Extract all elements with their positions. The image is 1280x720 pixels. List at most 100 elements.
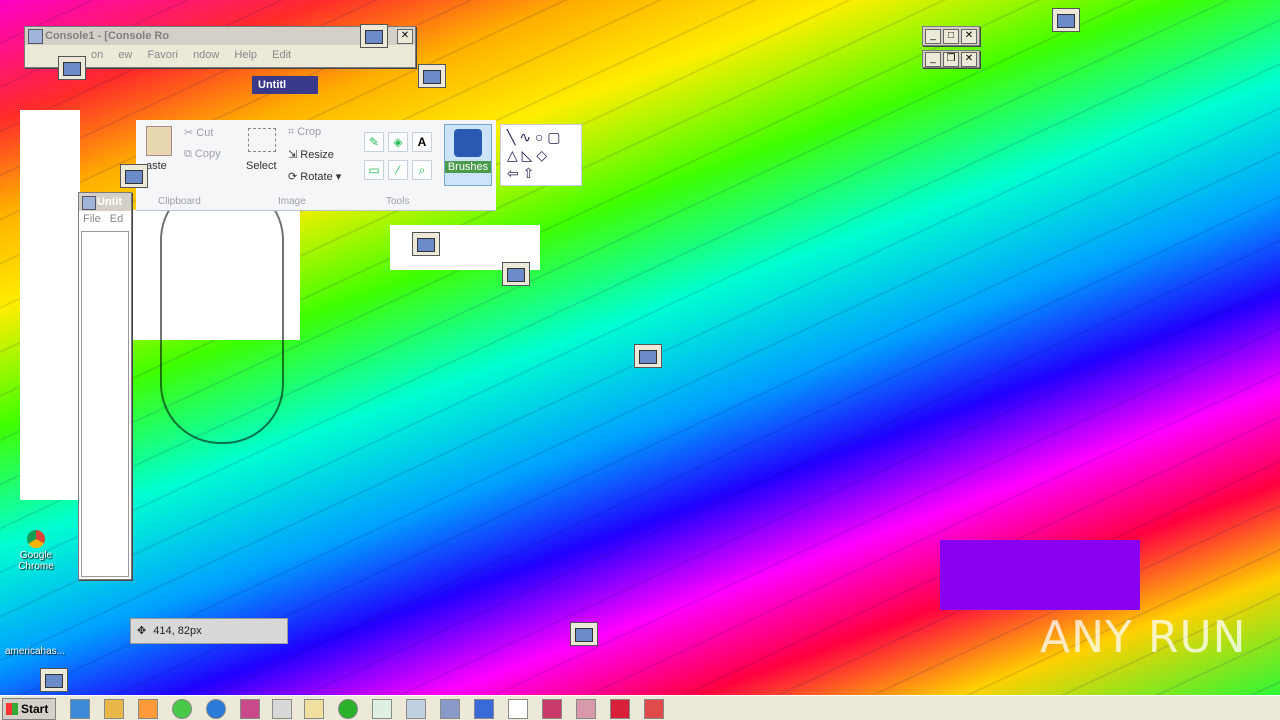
chrome-label: Google Chrome <box>18 550 54 572</box>
paste-icon[interactable] <box>146 126 172 156</box>
shapes-gallery[interactable]: ╲ ∿ ○ ▢ △ ◺ ◇ ⇦ ⇧ <box>500 124 582 186</box>
cut-button[interactable]: ✂ Cut <box>184 126 213 139</box>
fax-icon[interactable] <box>644 699 664 719</box>
desktop-icon-file[interactable]: americahas... <box>0 646 70 657</box>
glitch-white-panel <box>130 210 300 340</box>
mmc-icon <box>28 29 43 44</box>
inner-minimize-button[interactable]: _ <box>925 52 941 67</box>
desktop-icon-chrome[interactable]: Google Chrome <box>10 530 62 572</box>
console-titlebar[interactable]: Console1 - [Console Ro <box>25 27 415 45</box>
brush-icon <box>454 129 482 157</box>
cursor-position-icon: ✥ <box>137 625 147 637</box>
image-group-label: Image <box>278 196 306 207</box>
minimize-button[interactable]: _ <box>925 29 941 44</box>
copy-icon: ⧉ <box>184 148 195 160</box>
select-icon[interactable] <box>248 128 276 152</box>
windows-logo-icon <box>6 703 18 715</box>
xbox-icon[interactable] <box>338 699 358 719</box>
window-icon <box>570 622 598 646</box>
media-icon[interactable] <box>138 699 158 719</box>
window-icon <box>502 262 530 286</box>
window-icon <box>418 64 446 88</box>
shape-arrow-icon[interactable]: ⇦ ⇧ <box>507 165 534 182</box>
window-icon <box>58 56 86 80</box>
file-label: americahas... <box>4 646 66 657</box>
inner-close-button[interactable]: ✕ <box>961 52 977 67</box>
notepad-menu-edit[interactable]: Ed <box>110 213 123 225</box>
app-icon[interactable] <box>272 699 292 719</box>
start-button[interactable]: Start <box>2 698 56 720</box>
console-taskbar-icon[interactable] <box>440 699 460 719</box>
notepad-window[interactable]: Untit File Ed <box>78 192 132 580</box>
brushes-label: Brushes <box>445 161 491 173</box>
document-icon[interactable] <box>372 699 392 719</box>
tool-icon[interactable] <box>240 699 260 719</box>
crop-icon: ⌗ <box>288 126 298 138</box>
notepad-taskbar-icon[interactable] <box>304 699 324 719</box>
shape-line-icon[interactable]: ╲ ∿ ○ ▢ <box>507 129 561 146</box>
menu-help[interactable]: Help <box>228 49 263 61</box>
status-coordinates: ✥ 414, 82px <box>130 618 288 644</box>
crop-button[interactable]: ⌗ Crop <box>288 126 321 139</box>
paste-button[interactable]: aste <box>146 160 167 172</box>
clipboard-group-label: Clipboard <box>158 196 201 207</box>
notepad-menu-file[interactable]: File <box>83 213 101 225</box>
shape-triangle-icon[interactable]: △ ◺ ◇ <box>507 147 547 164</box>
resize-button[interactable]: ⇲ Resize <box>288 148 334 161</box>
window-icon <box>1052 8 1080 32</box>
console-close-button[interactable]: ✕ <box>397 29 413 44</box>
brushes-button[interactable]: Brushes <box>444 124 492 186</box>
error-icon[interactable] <box>610 699 630 719</box>
printer-icon[interactable] <box>576 699 596 719</box>
start-label: Start <box>21 702 49 716</box>
paint-taskbar-icon[interactable] <box>508 699 528 719</box>
copy-button[interactable]: ⧉ Copy <box>184 148 221 161</box>
fill-icon[interactable]: ◈ <box>388 132 408 152</box>
resize-icon: ⇲ <box>288 149 301 161</box>
settings-icon[interactable] <box>406 699 426 719</box>
folder-icon[interactable] <box>104 699 124 719</box>
glitch-ellipses <box>160 180 284 444</box>
rotate-icon: ⟳ <box>288 171 301 183</box>
menu-window[interactable]: ndow <box>187 49 225 61</box>
window-icon <box>360 24 388 48</box>
right-window-controls: _ □ ✕ <box>922 26 980 46</box>
scissors-icon: ✂ <box>184 127 197 139</box>
notepad-titlebar[interactable]: Untit <box>79 193 131 211</box>
windows-taskbar-icon[interactable] <box>474 699 494 719</box>
notepad-menubar: File Ed <box>83 213 123 225</box>
console-menubar: on ew Favori ndow Help Edit <box>85 49 297 61</box>
menu-action[interactable]: on <box>85 49 109 61</box>
window-icon <box>120 164 148 188</box>
close-button[interactable]: ✕ <box>961 29 977 44</box>
taskbar: Start <box>0 695 1280 720</box>
magnifier-icon[interactable]: ⌕ <box>412 160 432 180</box>
notepad-icon <box>82 196 96 210</box>
edge-icon[interactable] <box>206 699 226 719</box>
color-picker-icon[interactable]: ⁄ <box>388 160 408 180</box>
rotate-button[interactable]: ⟳ Rotate ▾ <box>288 170 341 183</box>
notepad-text-area[interactable] <box>81 231 129 577</box>
inner-restore-button[interactable]: ❐ <box>943 52 959 67</box>
anyrun-watermark: ANY RUN <box>1040 612 1247 663</box>
paint-title: Untitl <box>258 79 287 91</box>
text-tool-icon[interactable]: A <box>412 132 432 152</box>
menu-favorites[interactable]: Favori <box>141 49 184 61</box>
window-icon <box>634 344 662 368</box>
eraser-icon[interactable]: ▭ <box>364 160 384 180</box>
error-icon[interactable] <box>542 699 562 719</box>
console-title: Console1 - [Console Ro <box>45 30 170 42</box>
maximize-button[interactable]: □ <box>943 29 959 44</box>
paint-ribbon: aste ✂ Cut ⧉ Copy Clipboard Select ⌗ Cro… <box>136 120 496 211</box>
tools-group-label: Tools <box>386 196 410 207</box>
paint-titlebar[interactable]: Untitl <box>252 76 318 94</box>
pencil-icon[interactable]: ✎ <box>364 132 384 152</box>
coordinates-text: 414, 82px <box>153 625 202 637</box>
menu-edit[interactable]: Edit <box>266 49 297 61</box>
glitch-white-left <box>20 110 80 500</box>
ie-icon[interactable] <box>70 699 90 719</box>
chrome-taskbar-icon[interactable] <box>172 699 192 719</box>
window-icon <box>40 668 68 692</box>
select-button[interactable]: Select <box>246 160 277 172</box>
menu-view[interactable]: ew <box>112 49 138 61</box>
